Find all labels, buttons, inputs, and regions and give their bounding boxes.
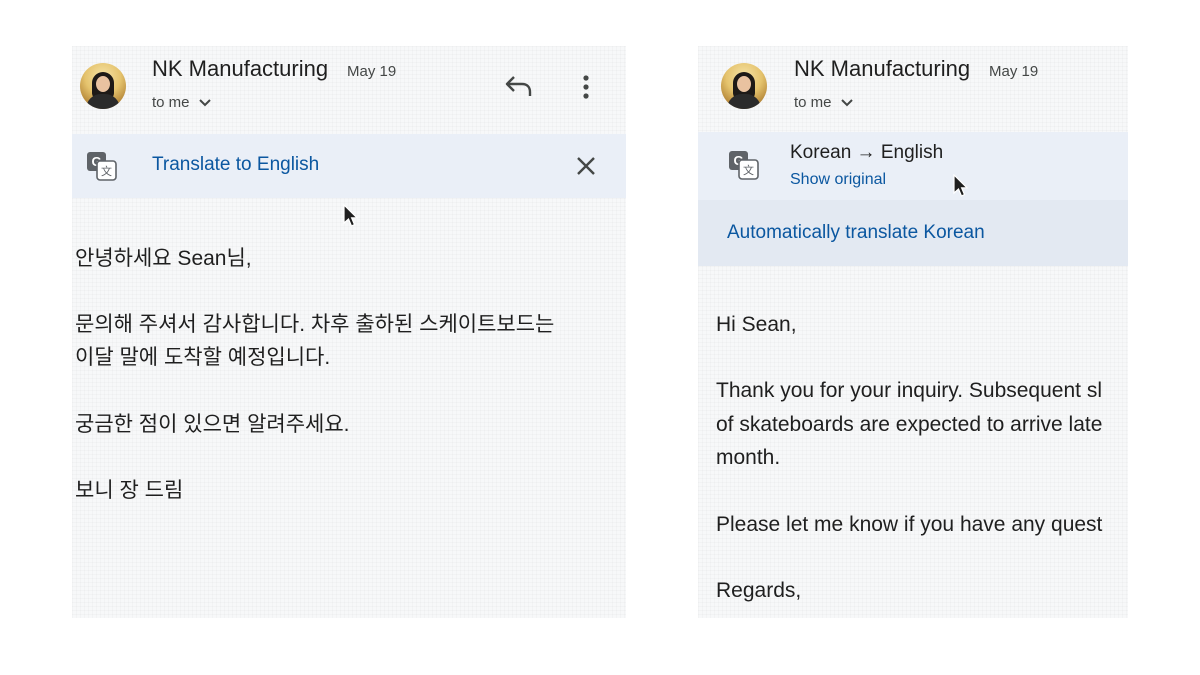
recipient-toggle[interactable]: to me (152, 94, 212, 111)
show-original-link[interactable]: Show original (790, 171, 886, 189)
chevron-down-icon (840, 98, 853, 106)
close-translate-button[interactable] (569, 149, 603, 183)
body-line: 궁금한 점이 있으면 알려주세요. (75, 413, 350, 436)
mouse-pointer-icon (953, 174, 968, 197)
auto-translate-bar: Automatically translate Korean (698, 200, 1128, 266)
greeting-line: Hi Sean, (716, 313, 797, 336)
sender-name: NK Manufacturing (794, 56, 971, 81)
translate-to-english-link[interactable]: Translate to English (152, 154, 319, 176)
body-line: month. (716, 446, 781, 469)
translate-bar: G 文 Translate to English (72, 134, 626, 198)
chevron-down-icon (198, 98, 211, 106)
translate-bar: G 文 Korean → English Show original (698, 132, 1128, 200)
recipient-toggle[interactable]: to me (794, 94, 854, 111)
sender-name: NK Manufacturing (152, 56, 329, 81)
reply-button[interactable] (502, 72, 536, 100)
body-line: 문의해 주셔서 감사합니다. 차후 출하된 스케이트보드는 (75, 313, 555, 336)
body-line: Please let me know if you have any quest (716, 513, 1103, 536)
signature-line: Regards, (716, 579, 802, 602)
google-translate-icon: G 文 (729, 151, 759, 180)
body-line: 이달 말에 도착할 예정입니다. (75, 346, 331, 369)
email-view-original: NK Manufacturing May 19 to me G 文 Transl… (72, 46, 626, 618)
more-vert-icon (583, 75, 589, 99)
body-line: of skateboards are expected to arrive la… (716, 413, 1103, 436)
email-view-translated: NK Manufacturing May 19 to me G 文 Korean… (698, 46, 1128, 618)
sender-avatar[interactable] (80, 63, 126, 109)
mouse-pointer-icon (343, 204, 358, 227)
body-line: Thank you for your inquiry. Subsequent s… (716, 379, 1102, 402)
language-pair-label: Korean → English (790, 142, 944, 163)
greeting-line: 안녕하세요 Sean님, (75, 247, 252, 270)
reply-icon (505, 76, 532, 96)
email-date: May 19 (347, 63, 397, 80)
sender-avatar[interactable] (721, 63, 767, 109)
svg-text:文: 文 (743, 163, 754, 177)
signature-line: 보니 장 드림 (75, 479, 184, 502)
more-options-button[interactable] (574, 70, 598, 104)
close-icon (577, 157, 595, 175)
email-date: May 19 (989, 63, 1039, 80)
google-translate-icon: G 文 (87, 152, 117, 181)
recipient-label: to me (152, 94, 190, 111)
recipient-label: to me (794, 94, 832, 111)
auto-translate-link[interactable]: Automatically translate Korean (727, 222, 985, 244)
svg-text:文: 文 (101, 164, 112, 178)
